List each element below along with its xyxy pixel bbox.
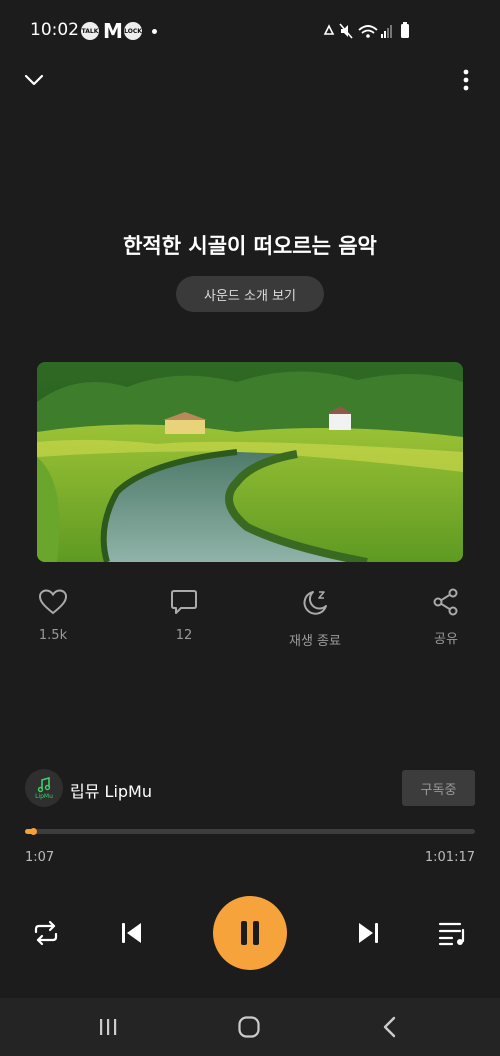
previous-button[interactable]: [116, 918, 146, 948]
battery-icon: [401, 22, 409, 38]
share-label: 공유: [434, 632, 458, 647]
comment-count: 12: [175, 628, 193, 643]
back-chevron-icon: [383, 1016, 396, 1038]
album-artwork: [37, 362, 463, 562]
recent-apps-button[interactable]: [94, 1014, 122, 1040]
share-button[interactable]: 공유: [401, 588, 491, 647]
more-vertical-icon: [463, 69, 469, 91]
status-icons: [323, 22, 409, 39]
channel-name[interactable]: 립뮤 LipMu: [70, 778, 152, 802]
lock-app-icon: LOCK: [124, 22, 142, 40]
track-title: 한적한 시골이 떠오르는 음악: [123, 234, 377, 258]
pause-button[interactable]: [213, 896, 287, 970]
comment-button[interactable]: 12: [139, 588, 229, 643]
comment-icon: [171, 590, 197, 614]
channel-row: LipMu 립뮤 LipMu 구독중: [25, 769, 475, 809]
home-icon: [238, 1016, 260, 1038]
like-button[interactable]: 1.5k: [8, 588, 98, 643]
notification-dot: [152, 29, 157, 34]
playlist-icon: [438, 922, 465, 946]
artwork-landscape-image: [37, 362, 463, 562]
sound-intro-button[interactable]: 사운드 소개 보기: [176, 276, 324, 312]
signal-icon: [381, 25, 392, 38]
skip-next-icon: [359, 923, 378, 943]
system-nav-bar: [0, 998, 500, 1056]
channel-avatar[interactable]: LipMu: [25, 769, 63, 807]
wifi-icon: [358, 25, 378, 38]
home-button[interactable]: [235, 1014, 263, 1040]
more-options-button[interactable]: [452, 66, 480, 94]
status-time: 10:02: [30, 20, 79, 40]
share-icon: [433, 588, 458, 616]
sleep-timer-button[interactable]: 재생 종료: [270, 588, 360, 649]
progress-bar[interactable]: [25, 828, 475, 835]
collapse-button[interactable]: [20, 66, 48, 94]
kakaotalk-icon: TALK: [81, 22, 99, 40]
like-count: 1.5k: [38, 628, 68, 643]
music-note-icon: [37, 776, 51, 792]
channel-avatar-text: LipMu: [35, 792, 53, 800]
total-time: 1:01:17: [424, 850, 475, 865]
status-bar: 10:02 TALK M LOCK: [0, 0, 500, 62]
sleep-timer-label: 재생 종료: [289, 634, 341, 649]
playlist-button[interactable]: [437, 918, 469, 948]
mute-icon: [339, 23, 353, 39]
skip-previous-icon: [122, 923, 141, 943]
repeat-button[interactable]: [30, 918, 62, 948]
progress-thumb[interactable]: [30, 828, 37, 835]
chevron-down-icon: [24, 74, 44, 86]
repeat-icon: [34, 920, 58, 946]
elapsed-time: 1:07: [25, 850, 55, 865]
heart-icon: [38, 589, 68, 615]
recent-apps-icon: [100, 1019, 117, 1035]
moon-sleep-icon: [303, 591, 327, 615]
pause-icon: [241, 921, 259, 945]
gmail-icon: M: [103, 19, 123, 43]
back-button[interactable]: [376, 1014, 404, 1040]
subscribe-button[interactable]: 구독중: [402, 770, 475, 806]
next-button[interactable]: [354, 918, 384, 948]
recycle-icon: [323, 24, 335, 35]
